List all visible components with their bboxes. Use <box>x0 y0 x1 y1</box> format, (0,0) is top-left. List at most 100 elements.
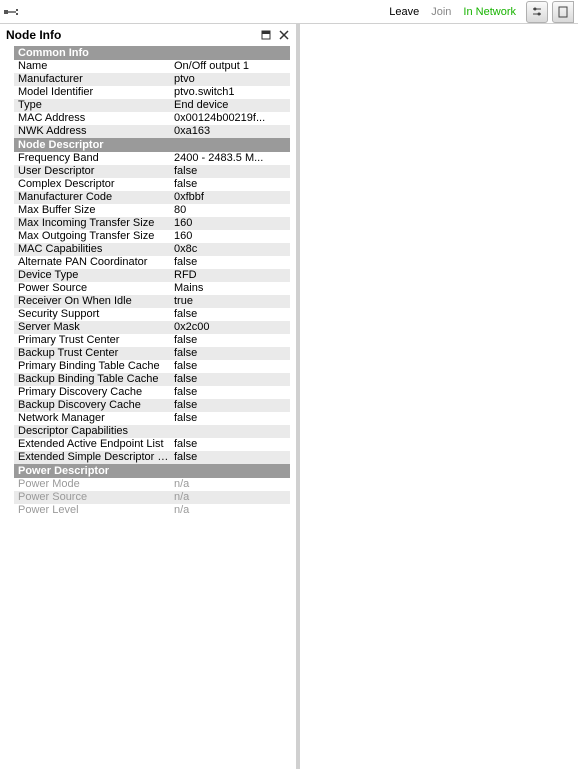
section-header: Power Descriptor <box>14 464 290 478</box>
info-row[interactable]: Frequency Band2400 - 2483.5 M... <box>14 152 290 165</box>
info-key: Max Incoming Transfer Size <box>14 217 172 230</box>
info-row[interactable]: NWK Address0xa163 <box>14 125 290 138</box>
info-row[interactable]: Manufacturerptvo <box>14 73 290 86</box>
info-value: false <box>172 386 290 399</box>
info-key: Power Level <box>14 504 172 517</box>
info-key: MAC Address <box>14 112 172 125</box>
main-area: Node Info Common InfoNameOn/Off output 1… <box>0 24 578 769</box>
info-value: 0x00124b00219f... <box>172 112 290 125</box>
info-value: 80 <box>172 204 290 217</box>
info-value: On/Off output 1 <box>172 60 290 73</box>
info-key: Manufacturer Code <box>14 191 172 204</box>
info-key: Frequency Band <box>14 152 172 165</box>
info-value: n/a <box>172 478 290 491</box>
info-key: Complex Descriptor <box>14 178 172 191</box>
info-row[interactable]: Manufacturer Code0xfbbf <box>14 191 290 204</box>
info-value: false <box>172 308 290 321</box>
info-value: false <box>172 360 290 373</box>
info-value: false <box>172 438 290 451</box>
info-key: Max Outgoing Transfer Size <box>14 230 172 243</box>
info-row[interactable]: Complex Descriptorfalse <box>14 178 290 191</box>
info-key: Backup Trust Center <box>14 347 172 360</box>
info-row[interactable]: NameOn/Off output 1 <box>14 60 290 73</box>
info-value: ptvo.switch1 <box>172 86 290 99</box>
info-key: Descriptor Capabilities <box>14 425 172 438</box>
info-row[interactable]: Power SourceMains <box>14 282 290 295</box>
info-value: End device <box>172 99 290 112</box>
info-row[interactable]: Power Leveln/a <box>14 504 290 517</box>
info-row[interactable]: Network Managerfalse <box>14 412 290 425</box>
settings-button[interactable] <box>526 1 548 23</box>
info-row[interactable]: MAC Capabilities0x8c <box>14 243 290 256</box>
info-key: Server Mask <box>14 321 172 334</box>
info-key: Network Manager <box>14 412 172 425</box>
panel-close-icon[interactable] <box>278 29 290 41</box>
info-value: n/a <box>172 504 290 517</box>
info-key: Extended Active Endpoint List <box>14 438 172 451</box>
info-key: Model Identifier <box>14 86 172 99</box>
info-key: Extended Simple Descriptor List <box>14 451 172 464</box>
info-row[interactable]: Backup Trust Centerfalse <box>14 347 290 360</box>
info-row[interactable]: Primary Trust Centerfalse <box>14 334 290 347</box>
info-row[interactable]: Power Sourcen/a <box>14 491 290 504</box>
info-row[interactable]: Power Moden/a <box>14 478 290 491</box>
section-header: Node Descriptor <box>14 138 290 152</box>
info-value: false <box>172 178 290 191</box>
info-row[interactable]: Max Incoming Transfer Size160 <box>14 217 290 230</box>
info-row[interactable]: Model Identifierptvo.switch1 <box>14 86 290 99</box>
info-row[interactable]: MAC Address0x00124b00219f... <box>14 112 290 125</box>
info-value: RFD <box>172 269 290 282</box>
join-link[interactable]: Join <box>431 6 451 18</box>
extra-button[interactable] <box>552 1 574 23</box>
info-key: Power Mode <box>14 478 172 491</box>
info-row[interactable]: Backup Binding Table Cachefalse <box>14 373 290 386</box>
info-row[interactable]: Receiver On When Idletrue <box>14 295 290 308</box>
panel-pop-out-icon[interactable] <box>260 29 272 41</box>
info-value: false <box>172 334 290 347</box>
info-value: true <box>172 295 290 308</box>
info-value: false <box>172 165 290 178</box>
info-row[interactable]: Primary Binding Table Cachefalse <box>14 360 290 373</box>
info-row[interactable]: Primary Discovery Cachefalse <box>14 386 290 399</box>
info-key: Device Type <box>14 269 172 282</box>
info-row[interactable]: User Descriptorfalse <box>14 165 290 178</box>
info-row[interactable]: Security Supportfalse <box>14 308 290 321</box>
info-key: Primary Binding Table Cache <box>14 360 172 373</box>
info-value: false <box>172 373 290 386</box>
connector-icon <box>4 7 20 17</box>
section-header: Common Info <box>14 46 290 60</box>
rect-icon <box>558 6 568 18</box>
info-row[interactable]: Device TypeRFD <box>14 269 290 282</box>
info-row[interactable]: Extended Simple Descriptor Listfalse <box>14 451 290 464</box>
info-value: 0xfbbf <box>172 191 290 204</box>
info-value: 0x8c <box>172 243 290 256</box>
info-value: 160 <box>172 230 290 243</box>
network-canvas[interactable]: 0x0000 00212EFFFF0279F3 On/Off output 1 … <box>300 24 578 769</box>
info-row[interactable]: Alternate PAN Coordinatorfalse <box>14 256 290 269</box>
info-key: Max Buffer Size <box>14 204 172 217</box>
network-status: In Network <box>463 6 516 18</box>
info-row[interactable]: Extended Active Endpoint Listfalse <box>14 438 290 451</box>
info-value: n/a <box>172 491 290 504</box>
info-value: 2400 - 2483.5 M... <box>172 152 290 165</box>
info-key: Backup Binding Table Cache <box>14 373 172 386</box>
info-key: User Descriptor <box>14 165 172 178</box>
top-toolbar: Leave Join In Network <box>0 0 578 24</box>
leave-link[interactable]: Leave <box>389 6 419 18</box>
info-key: Manufacturer <box>14 73 172 86</box>
panel-header: Node Info <box>0 24 296 46</box>
info-row[interactable]: Backup Discovery Cachefalse <box>14 399 290 412</box>
info-value: false <box>172 347 290 360</box>
info-value: false <box>172 451 290 464</box>
info-key: Alternate PAN Coordinator <box>14 256 172 269</box>
info-row[interactable]: Max Buffer Size80 <box>14 204 290 217</box>
info-key: Security Support <box>14 308 172 321</box>
info-row[interactable]: TypeEnd device <box>14 99 290 112</box>
info-row[interactable]: Max Outgoing Transfer Size160 <box>14 230 290 243</box>
info-key: Primary Discovery Cache <box>14 386 172 399</box>
info-key: Receiver On When Idle <box>14 295 172 308</box>
info-row[interactable]: Descriptor Capabilities <box>14 425 290 438</box>
info-key: MAC Capabilities <box>14 243 172 256</box>
info-key: Power Source <box>14 282 172 295</box>
info-row[interactable]: Server Mask0x2c00 <box>14 321 290 334</box>
